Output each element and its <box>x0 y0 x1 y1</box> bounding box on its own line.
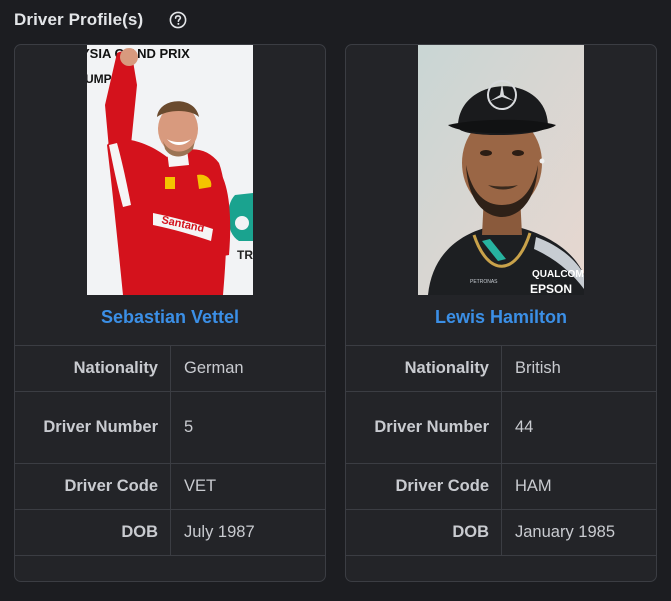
section-header: Driver Profile(s) <box>14 6 187 34</box>
row-value: British <box>501 345 656 392</box>
table-row: Driver Code VET <box>15 463 325 510</box>
section-title: Driver Profile(s) <box>14 10 144 29</box>
svg-text:TRO: TRO <box>237 248 253 262</box>
row-value: January 1985 <box>501 509 656 556</box>
row-value: July 1987 <box>170 509 325 556</box>
table-row: DOB January 1985 <box>346 509 656 556</box>
svg-text:EPSON: EPSON <box>530 282 572 295</box>
row-label: Driver Number <box>346 391 502 464</box>
row-label: Driver Code <box>15 463 171 510</box>
svg-text:UMP: UMP <box>87 72 112 86</box>
svg-text:YSIA G AND PRIX: YSIA G AND PRIX <box>87 46 190 61</box>
table-row: Driver Code HAM <box>346 463 656 510</box>
row-label: DOB <box>15 509 171 556</box>
row-value: 44 <box>501 391 656 464</box>
question-circle-icon[interactable] <box>169 11 187 29</box>
driver-name-link[interactable]: Lewis Hamilton <box>346 307 656 328</box>
table-row: DOB July 1987 <box>15 509 325 556</box>
row-label: Driver Code <box>346 463 502 510</box>
row-value: HAM <box>501 463 656 510</box>
table-row: Nationality British <box>346 345 656 392</box>
row-label: DOB <box>346 509 502 556</box>
driver-photo-hamilton: QUALCOMM EPSON PETRONAS <box>418 45 584 295</box>
driver-info-table: Nationality German Driver Number 5 Drive… <box>15 345 325 556</box>
row-label: Nationality <box>346 345 502 392</box>
row-label: Nationality <box>15 345 171 392</box>
table-row: Driver Number 5 <box>15 391 325 464</box>
driver-card-vettel: YSIA G AND PRIX UMP TRO Santand <box>14 44 326 582</box>
driver-photo-vettel: YSIA G AND PRIX UMP TRO Santand <box>87 45 253 295</box>
driver-card-hamilton: QUALCOMM EPSON PETRONAS Lewis Hamilton <box>345 44 657 582</box>
driver-info-table: Nationality British Driver Number 44 Dri… <box>346 345 656 556</box>
row-label: Driver Number <box>15 391 171 464</box>
row-value: VET <box>170 463 325 510</box>
table-row: Nationality German <box>15 345 325 392</box>
row-value: German <box>170 345 325 392</box>
svg-text:QUALCOMM: QUALCOMM <box>532 269 584 280</box>
table-row: Driver Number 44 <box>346 391 656 464</box>
driver-name-link[interactable]: Sebastian Vettel <box>15 307 325 328</box>
row-value: 5 <box>170 391 325 464</box>
svg-text:PETRONAS: PETRONAS <box>470 279 498 285</box>
